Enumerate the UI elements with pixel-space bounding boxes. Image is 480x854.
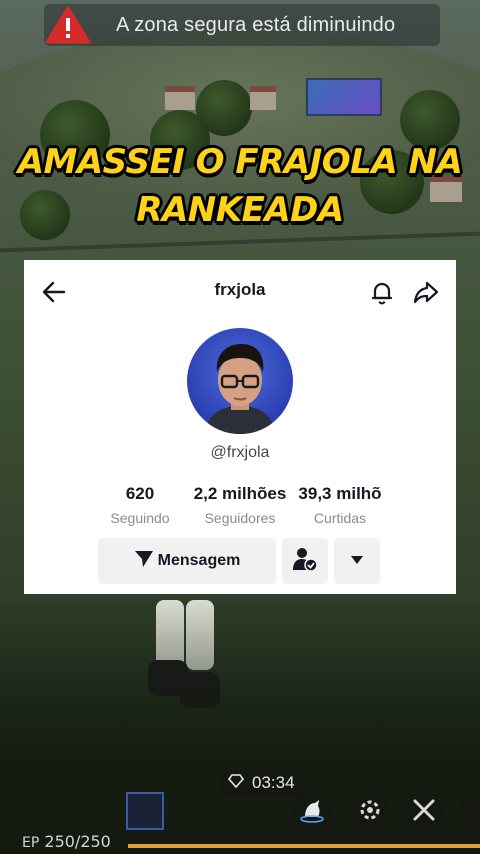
share-icon[interactable]	[412, 278, 440, 306]
user-check-icon	[292, 546, 318, 577]
bell-icon[interactable]	[368, 278, 396, 306]
ep-bar	[128, 844, 480, 848]
avatar[interactable]	[187, 328, 293, 434]
stat-likes[interactable]: 39,3 milhõ Curtidas	[280, 484, 400, 526]
road-line	[0, 231, 480, 253]
message-button-label: Mensagem	[157, 552, 241, 569]
timer-text: 03:34	[252, 773, 295, 792]
inventory-slot[interactable]	[126, 792, 164, 830]
ep-label: EP	[22, 835, 40, 851]
weapon-button[interactable]	[404, 792, 444, 832]
crossed-weapons-icon	[411, 797, 437, 828]
ep-indicator: EP 250/250	[22, 832, 111, 851]
video-title: AMASSEI O FRAJOLA NA RANKEADA	[0, 138, 480, 234]
house	[165, 86, 195, 110]
more-options-button[interactable]	[334, 538, 380, 584]
warning-text: A zona segura está diminuindo	[116, 13, 396, 36]
send-icon	[134, 549, 154, 574]
safe-zone-warning: A zona segura está diminuindo	[44, 4, 440, 46]
warning-triangle-icon	[44, 4, 92, 46]
title-line-2: RANKEADA	[136, 190, 344, 230]
gloo-wall-button[interactable]	[292, 792, 332, 832]
following-status-button[interactable]	[282, 538, 328, 584]
pet-icon	[299, 797, 325, 828]
house	[250, 86, 276, 110]
stat-value: 39,3 milhõ	[298, 484, 382, 503]
profile-header: frxjola	[24, 274, 456, 310]
skill-button[interactable]	[350, 792, 390, 832]
match-timer: 03:34	[220, 770, 303, 796]
profile-card: frxjola @frxjola 620 Seguindo 2,2 milhõe…	[24, 260, 456, 594]
profile-handle: @frxjola	[210, 444, 270, 461]
tree	[196, 80, 252, 136]
stat-label: Curtidas	[313, 510, 367, 526]
message-button[interactable]: Mensagem	[98, 538, 276, 584]
ep-value: 250/250	[44, 832, 111, 851]
billboard	[306, 78, 382, 116]
title-line-1: AMASSEI O FRAJOLA NA	[17, 142, 463, 182]
diamond-icon	[227, 773, 245, 793]
caret-down-icon	[350, 552, 364, 570]
gear-icon	[357, 797, 383, 828]
